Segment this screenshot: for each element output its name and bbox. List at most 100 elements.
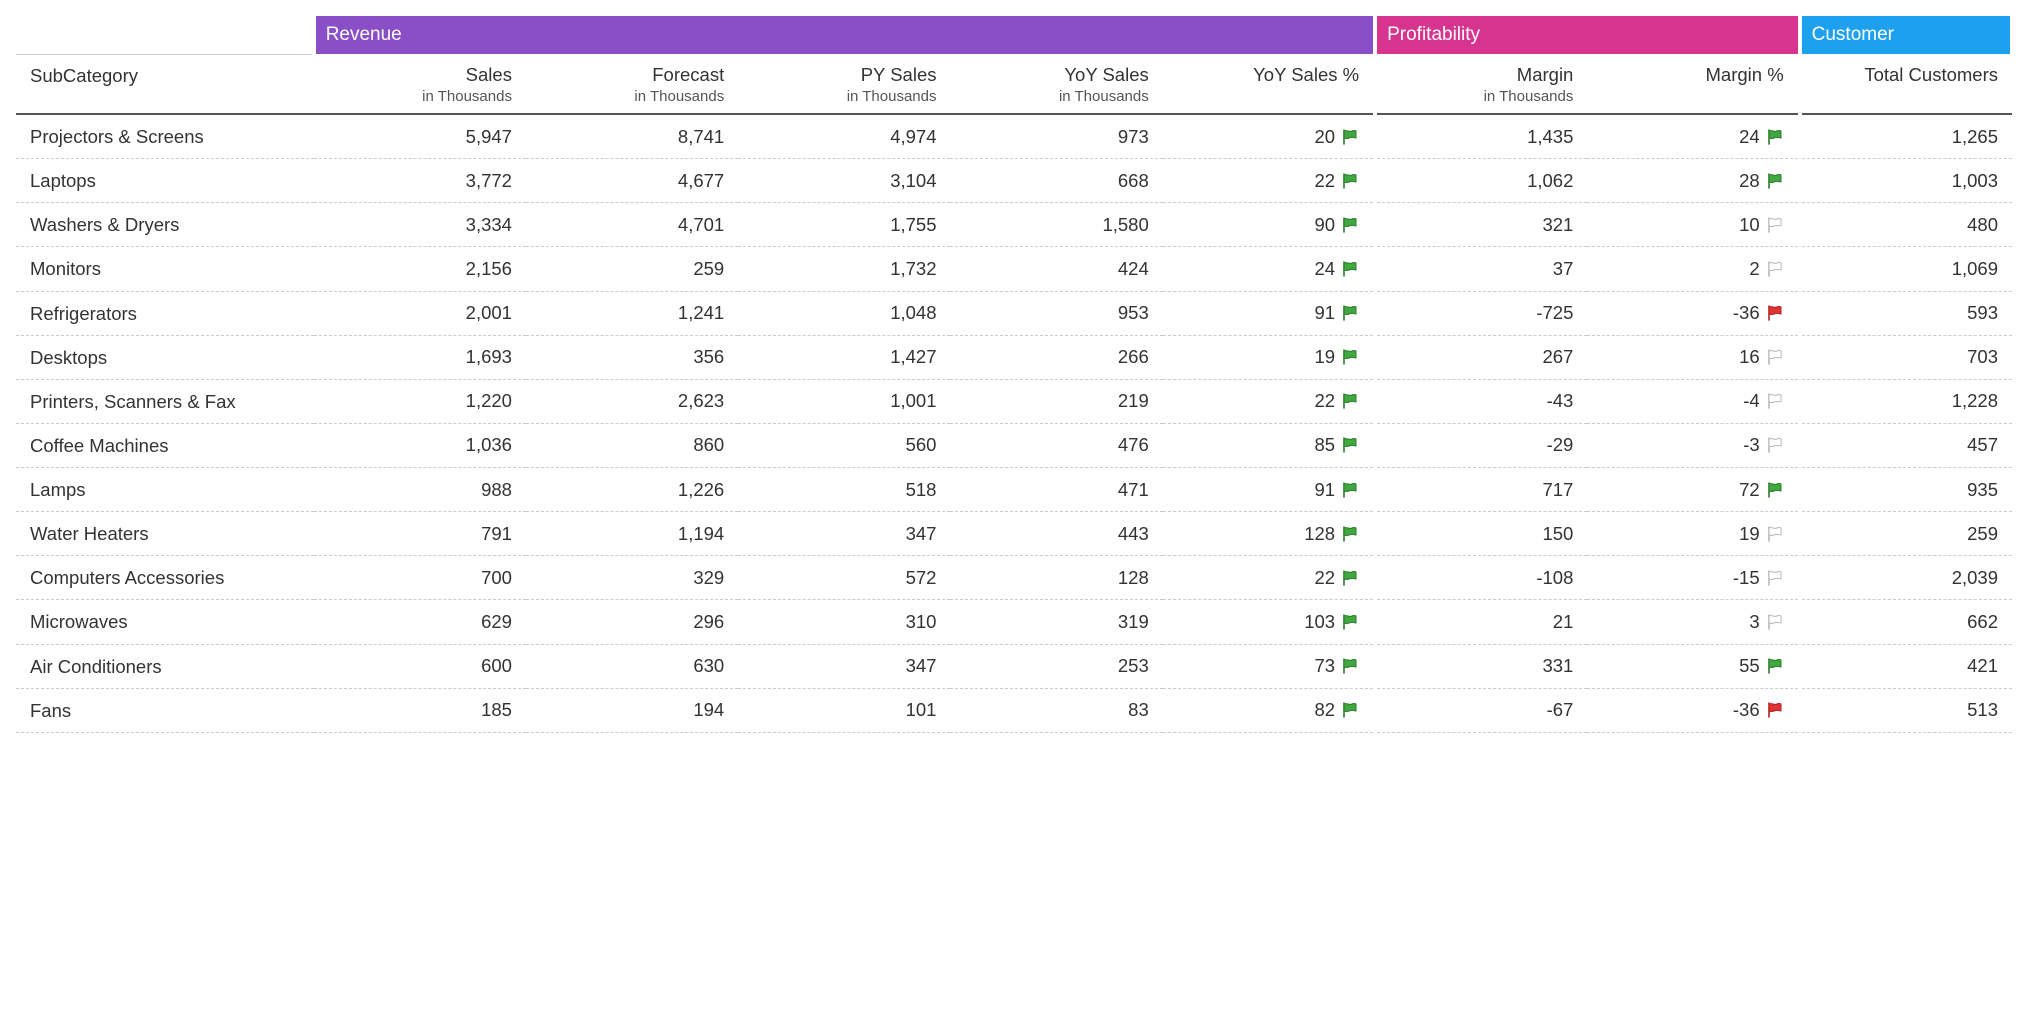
cell-yoy_sales: 1,580 <box>950 203 1162 247</box>
cell-margin_pct: -4 <box>1587 379 1799 423</box>
cell-yoy_sales: 953 <box>950 291 1162 335</box>
cell-value: 3,104 <box>890 170 936 191</box>
cell-margin_pct: 3 <box>1587 600 1799 644</box>
column-header-margin_pct[interactable]: Margin % <box>1587 54 1799 114</box>
column-header-customers[interactable]: Total Customers <box>1800 54 2012 114</box>
cell-value: 85 <box>1315 434 1336 455</box>
cell-value: 600 <box>481 655 512 676</box>
cell-margin: -29 <box>1375 423 1587 467</box>
cell-value: 1,755 <box>890 214 936 235</box>
column-header-forecast[interactable]: Forecast in Thousands <box>526 54 738 114</box>
cell-value: -36 <box>1733 302 1760 323</box>
flag-icon <box>1341 261 1359 277</box>
cell-forecast: 296 <box>526 600 738 644</box>
table-row[interactable]: Water Heaters7911,19434744312815019259 <box>16 512 2012 556</box>
cell-value: 1,427 <box>890 346 936 367</box>
table-row[interactable]: Projectors & Screens5,9478,7414,97497320… <box>16 114 2012 159</box>
column-header-label: Forecast <box>652 64 724 85</box>
column-header-py_sales[interactable]: PY Salesin Thousands <box>738 54 950 114</box>
cell-value: 55 <box>1739 655 1760 676</box>
cell-value: 593 <box>1967 302 1998 323</box>
cell-value: 72 <box>1739 479 1760 500</box>
cell-yoy_pct: 22 <box>1163 379 1375 423</box>
table-row[interactable]: Washers & Dryers3,3344,7011,7551,5809032… <box>16 203 2012 247</box>
table-row[interactable]: Desktops1,6933561,4272661926716703 <box>16 335 2012 379</box>
flag-icon <box>1766 614 1784 630</box>
cell-margin: 331 <box>1375 644 1587 688</box>
table-row[interactable]: Refrigerators2,0011,2411,04895391-725-36… <box>16 291 2012 335</box>
cell-value: -43 <box>1547 390 1574 411</box>
cell-value: -725 <box>1536 302 1573 323</box>
cell-value: 560 <box>906 434 937 455</box>
cell-value: 1,220 <box>466 390 512 411</box>
flag-icon <box>1341 570 1359 586</box>
column-group-profitability[interactable]: Profitability <box>1375 16 1800 54</box>
column-header-label: YoY Sales % <box>1253 64 1359 85</box>
cell-value: 2,039 <box>1952 567 1998 588</box>
table-row[interactable]: Coffee Machines1,03686056047685-29-3457 <box>16 423 2012 467</box>
cell-value: 518 <box>906 479 937 500</box>
table-row[interactable]: Monitors2,1562591,732424243721,069 <box>16 247 2012 291</box>
column-header-sublabel: in Thousands <box>540 88 724 105</box>
cell-value: 1,194 <box>678 523 724 544</box>
cell-value: 4,701 <box>678 214 724 235</box>
flag-icon <box>1341 482 1359 498</box>
cell-py_sales: 1,048 <box>738 291 950 335</box>
table-row[interactable]: Fans1851941018382-67-36513 <box>16 688 2012 732</box>
cell-value: 266 <box>1118 346 1149 367</box>
column-header-yoy_pct[interactable]: YoY Sales % <box>1163 54 1375 114</box>
cell-forecast: 630 <box>526 644 738 688</box>
cell-margin_pct: 2 <box>1587 247 1799 291</box>
cell-sales: 629 <box>314 600 526 644</box>
row-label: Desktops <box>16 335 314 379</box>
table-row[interactable]: Printers, Scanners & Fax1,2202,6231,0012… <box>16 379 2012 423</box>
cell-customers: 1,228 <box>1800 379 2012 423</box>
cell-sales: 600 <box>314 644 526 688</box>
cell-value: 935 <box>1967 479 1998 500</box>
flag-icon <box>1766 217 1784 233</box>
cell-value: 128 <box>1118 567 1149 588</box>
flag-icon <box>1341 614 1359 630</box>
row-label: Printers, Scanners & Fax <box>16 379 314 423</box>
cell-value: 1,062 <box>1527 170 1573 191</box>
cell-value: 1,001 <box>890 390 936 411</box>
cell-value: 347 <box>906 655 937 676</box>
cell-value: 219 <box>1118 390 1149 411</box>
column-header-label: Margin % <box>1706 64 1784 85</box>
flag-icon <box>1341 526 1359 542</box>
cell-value: 988 <box>481 479 512 500</box>
table-row[interactable]: Air Conditioners6006303472537333155421 <box>16 644 2012 688</box>
table-row[interactable]: Laptops3,7724,6773,104668221,062281,003 <box>16 159 2012 203</box>
cell-sales: 3,772 <box>314 159 526 203</box>
cell-forecast: 860 <box>526 423 738 467</box>
cell-margin_pct: -36 <box>1587 291 1799 335</box>
column-header-yoy_sales[interactable]: YoY Salesin Thousands <box>950 54 1162 114</box>
cell-yoy_pct: 20 <box>1163 114 1375 159</box>
column-header-sales[interactable]: Salesin Thousands <box>314 54 526 114</box>
row-label: Computers Accessories <box>16 556 314 600</box>
table-row[interactable]: Lamps9881,2265184719171772935 <box>16 468 2012 512</box>
column-header-margin[interactable]: Marginin Thousands <box>1375 54 1587 114</box>
cell-margin: 21 <box>1375 600 1587 644</box>
column-header-label: Sales <box>466 64 512 85</box>
table-row[interactable]: Microwaves629296310319103213662 <box>16 600 2012 644</box>
cell-customers: 421 <box>1800 644 2012 688</box>
cell-value: 22 <box>1315 567 1336 588</box>
cell-yoy_pct: 85 <box>1163 423 1375 467</box>
row-label: Coffee Machines <box>16 423 314 467</box>
cell-value: 476 <box>1118 434 1149 455</box>
pivot-table: RevenueProfitabilityCustomer SubCategory… <box>16 16 2014 733</box>
column-group-revenue[interactable]: Revenue <box>314 16 1375 54</box>
flag-icon <box>1341 658 1359 674</box>
cell-margin_pct: 72 <box>1587 468 1799 512</box>
table-row[interactable]: Computers Accessories70032957212822-108-… <box>16 556 2012 600</box>
row-header-label[interactable]: SubCategory <box>16 54 314 114</box>
cell-yoy_pct: 91 <box>1163 468 1375 512</box>
flag-icon <box>1341 349 1359 365</box>
cell-value: 19 <box>1739 523 1760 544</box>
cell-yoy_pct: 22 <box>1163 556 1375 600</box>
cell-value: -3 <box>1743 434 1759 455</box>
column-group-customer[interactable]: Customer <box>1800 16 2012 54</box>
cell-forecast: 8,741 <box>526 114 738 159</box>
cell-value: 356 <box>693 346 724 367</box>
